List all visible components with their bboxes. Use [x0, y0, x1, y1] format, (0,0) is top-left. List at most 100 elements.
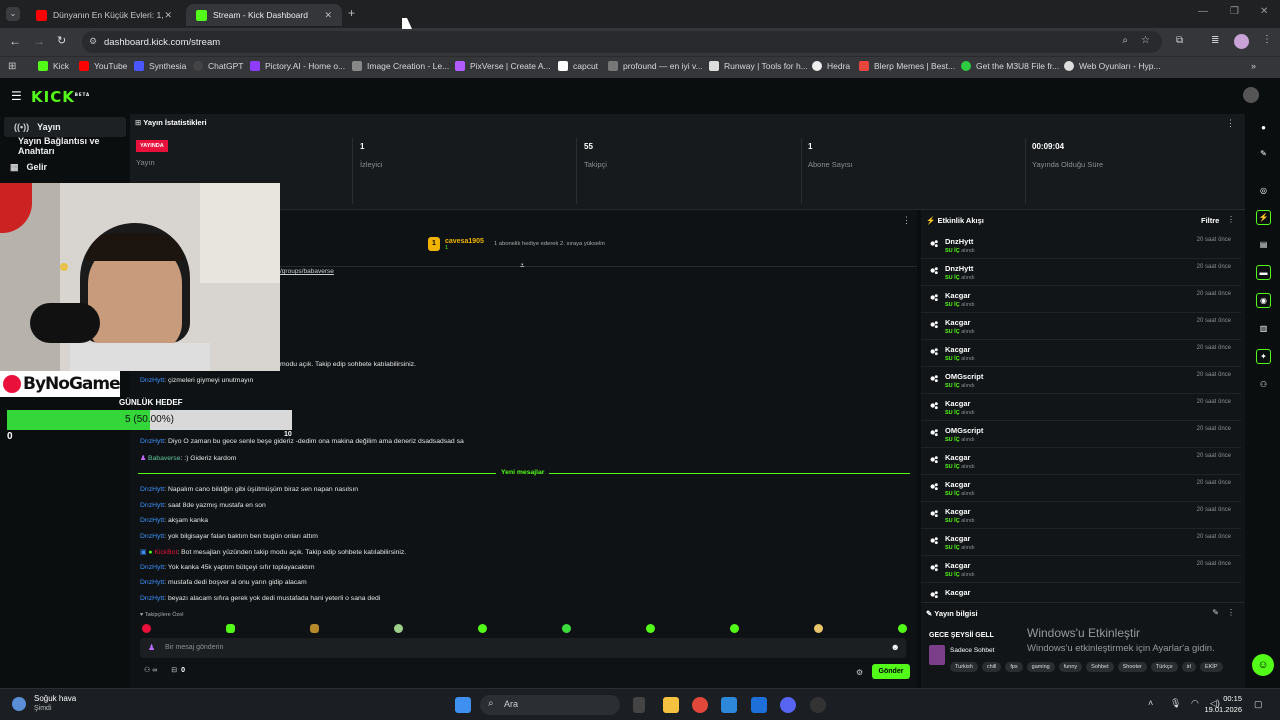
hamburger-menu-icon[interactable]: ☰	[11, 89, 22, 103]
activity-menu-icon[interactable]: ⋮	[1227, 215, 1235, 224]
edit-icon[interactable]: ✎	[1212, 608, 1219, 617]
notification-icon[interactable]: ▢	[1254, 699, 1263, 710]
sidebar-item-stream-key[interactable]: Yayın Bağlantısı ve Anahtarı	[8, 136, 130, 156]
tag[interactable]: funny	[1058, 662, 1083, 672]
file-explorer-icon[interactable]	[663, 697, 679, 713]
tag[interactable]: chill	[981, 662, 1002, 672]
more-bookmarks-icon[interactable]: »	[1251, 61, 1256, 71]
help-chat-button[interactable]: ☺	[1252, 654, 1274, 676]
camera-icon[interactable]: ◎	[1256, 183, 1271, 198]
filter-button[interactable]: Filtre	[1201, 216, 1219, 225]
tag[interactable]: Sohbet	[1086, 662, 1114, 672]
chat-link[interactable]: /groups/babaverse	[280, 268, 334, 275]
weather-icon[interactable]	[12, 697, 26, 711]
extensions-icon[interactable]: ⧉	[1176, 35, 1183, 46]
tab-kick-dashboard[interactable]: Stream - Kick Dashboard ✕	[186, 4, 342, 26]
tab-search-button[interactable]: ⌄	[6, 7, 20, 21]
bookmark-image-creation[interactable]: Image Creation - Le...	[352, 61, 449, 71]
emote-icon[interactable]	[730, 624, 739, 633]
sidebar-item-yayin[interactable]: ((•)) Yayın	[4, 117, 126, 137]
site-info-icon[interactable]: ⚙	[89, 36, 97, 47]
settings-icon[interactable]: ⚙	[856, 668, 863, 677]
category-thumbnail[interactable]	[929, 645, 945, 665]
back-button[interactable]: ←	[9, 34, 21, 48]
window-close-button[interactable]: ✕	[1260, 6, 1268, 17]
chat-input[interactable]: ♟ Bir mesaj gönderin ☻	[140, 638, 906, 658]
pencil-icon[interactable]: ✎	[1256, 146, 1271, 161]
store-icon[interactable]	[751, 697, 767, 713]
tag[interactable]: fps	[1005, 662, 1023, 672]
chat-icon[interactable]: ▬	[1256, 265, 1271, 280]
emote-icon[interactable]	[478, 624, 487, 633]
clock-date[interactable]: 19.01.2026	[1202, 705, 1242, 714]
bookmark-profound[interactable]: profound — en iyi v...	[608, 61, 703, 71]
reload-button[interactable]: ↻	[57, 34, 66, 47]
bookmark-runway[interactable]: Runway | Tools for h...	[709, 61, 808, 71]
tray-chevron-icon[interactable]: ˄	[1148, 698, 1153, 708]
emote-icon[interactable]	[898, 624, 907, 633]
emote-icon[interactable]	[562, 624, 571, 633]
tag[interactable]: Türkçe	[1150, 662, 1178, 672]
start-windows-icon[interactable]	[455, 697, 471, 713]
bookmark-m3u8[interactable]: Get the M3U8 File fr...	[961, 61, 1059, 71]
new-tab-button[interactable]: +	[348, 6, 355, 20]
maximize-button[interactable]: ❐	[1230, 6, 1239, 17]
tag[interactable]: gaming	[1026, 662, 1055, 672]
broadcast-icon[interactable]: ◉	[1256, 293, 1271, 308]
tag[interactable]: EKİP	[1199, 662, 1223, 672]
zoom-icon[interactable]: ⌕	[1122, 35, 1128, 46]
bookmark-chatgpt[interactable]: ChatGPT	[193, 61, 243, 71]
users-icon[interactable]: ⚇ ∞	[144, 666, 157, 674]
bookmark-synthesia[interactable]: Synthesia	[134, 61, 186, 71]
wifi-icon[interactable]: ◠	[1191, 698, 1199, 709]
profile-avatar[interactable]	[1234, 34, 1249, 49]
sidebar-item-gelir[interactable]: ▦ Gelir	[0, 157, 122, 177]
bookmark-pixverse[interactable]: PixVerse | Create A...	[455, 61, 551, 71]
emote-icon[interactable]	[142, 624, 151, 633]
address-bar[interactable]: ⚙ dashboard.kick.com/stream ⌕ ☆	[82, 31, 1162, 53]
emote-icon[interactable]	[814, 624, 823, 633]
bookmark-star-icon[interactable]: ☆	[1141, 35, 1150, 46]
bookmark-capcut[interactable]: capcut	[558, 61, 598, 71]
send-button[interactable]: Gönder	[872, 664, 910, 679]
close-icon[interactable]: ✕	[164, 10, 172, 21]
layout-icon[interactable]: ▥	[1256, 321, 1271, 336]
emote-icon[interactable]	[394, 624, 403, 633]
clock-time[interactable]: 00:15	[1220, 694, 1242, 703]
outlook-icon[interactable]	[721, 697, 737, 713]
bookmark-blerp[interactable]: Blerp Memes | Best...	[859, 61, 955, 71]
microphone-icon[interactable]: 🎙	[1170, 698, 1181, 709]
share-icon[interactable]: ⚇	[1256, 377, 1271, 392]
bookmark-kick[interactable]: Kick	[38, 61, 69, 71]
tab-youtube[interactable]: Dünyanın En Küçük Evleri: 1,5 m ✕	[26, 4, 182, 26]
taskbar-search[interactable]: ⌕ Ara	[480, 695, 620, 715]
forward-button[interactable]: →	[33, 34, 45, 48]
bookmark-pictory[interactable]: Pictory.AI - Home o...	[250, 61, 345, 71]
apps-icon[interactable]: ⊞	[8, 61, 16, 72]
weather-title[interactable]: Soğuk hava	[34, 694, 76, 703]
task-view-icon[interactable]	[633, 697, 645, 713]
bookmark-web-oyunlari[interactable]: Web Oyunları - Hyp...	[1064, 61, 1161, 71]
chat-menu-icon[interactable]: ⋮	[902, 215, 911, 226]
minimize-button[interactable]: —	[1198, 6, 1208, 17]
menu-icon[interactable]: ⋮	[1262, 34, 1272, 45]
stats-menu-icon[interactable]: ⋮	[1226, 118, 1235, 129]
collapse-icon[interactable]: ⩡	[520, 261, 525, 271]
info-menu-icon[interactable]: ⋮	[1227, 608, 1235, 617]
category-name[interactable]: Sadece Sohbet	[950, 647, 994, 654]
emote-icon[interactable]	[646, 624, 655, 633]
bookmark-hedra[interactable]: Hedra	[812, 61, 850, 71]
user-avatar[interactable]	[1243, 87, 1259, 103]
bookmark-youtube[interactable]: YouTube	[79, 61, 127, 71]
emote-icon[interactable]	[310, 624, 319, 633]
kick-logo[interactable]: KICKBETA	[31, 88, 90, 106]
tag[interactable]: Turkish	[950, 662, 978, 672]
media-icon[interactable]: ≣	[1211, 35, 1219, 46]
bolt-icon[interactable]: ⚡	[1256, 210, 1271, 225]
obs-icon[interactable]	[810, 697, 826, 713]
tag[interactable]: irl	[1181, 662, 1196, 672]
close-icon[interactable]: ✕	[324, 10, 332, 21]
emote-icon[interactable]	[226, 624, 235, 633]
chrome-icon[interactable]	[692, 697, 708, 713]
emoji-icon[interactable]: ☻	[891, 642, 900, 652]
